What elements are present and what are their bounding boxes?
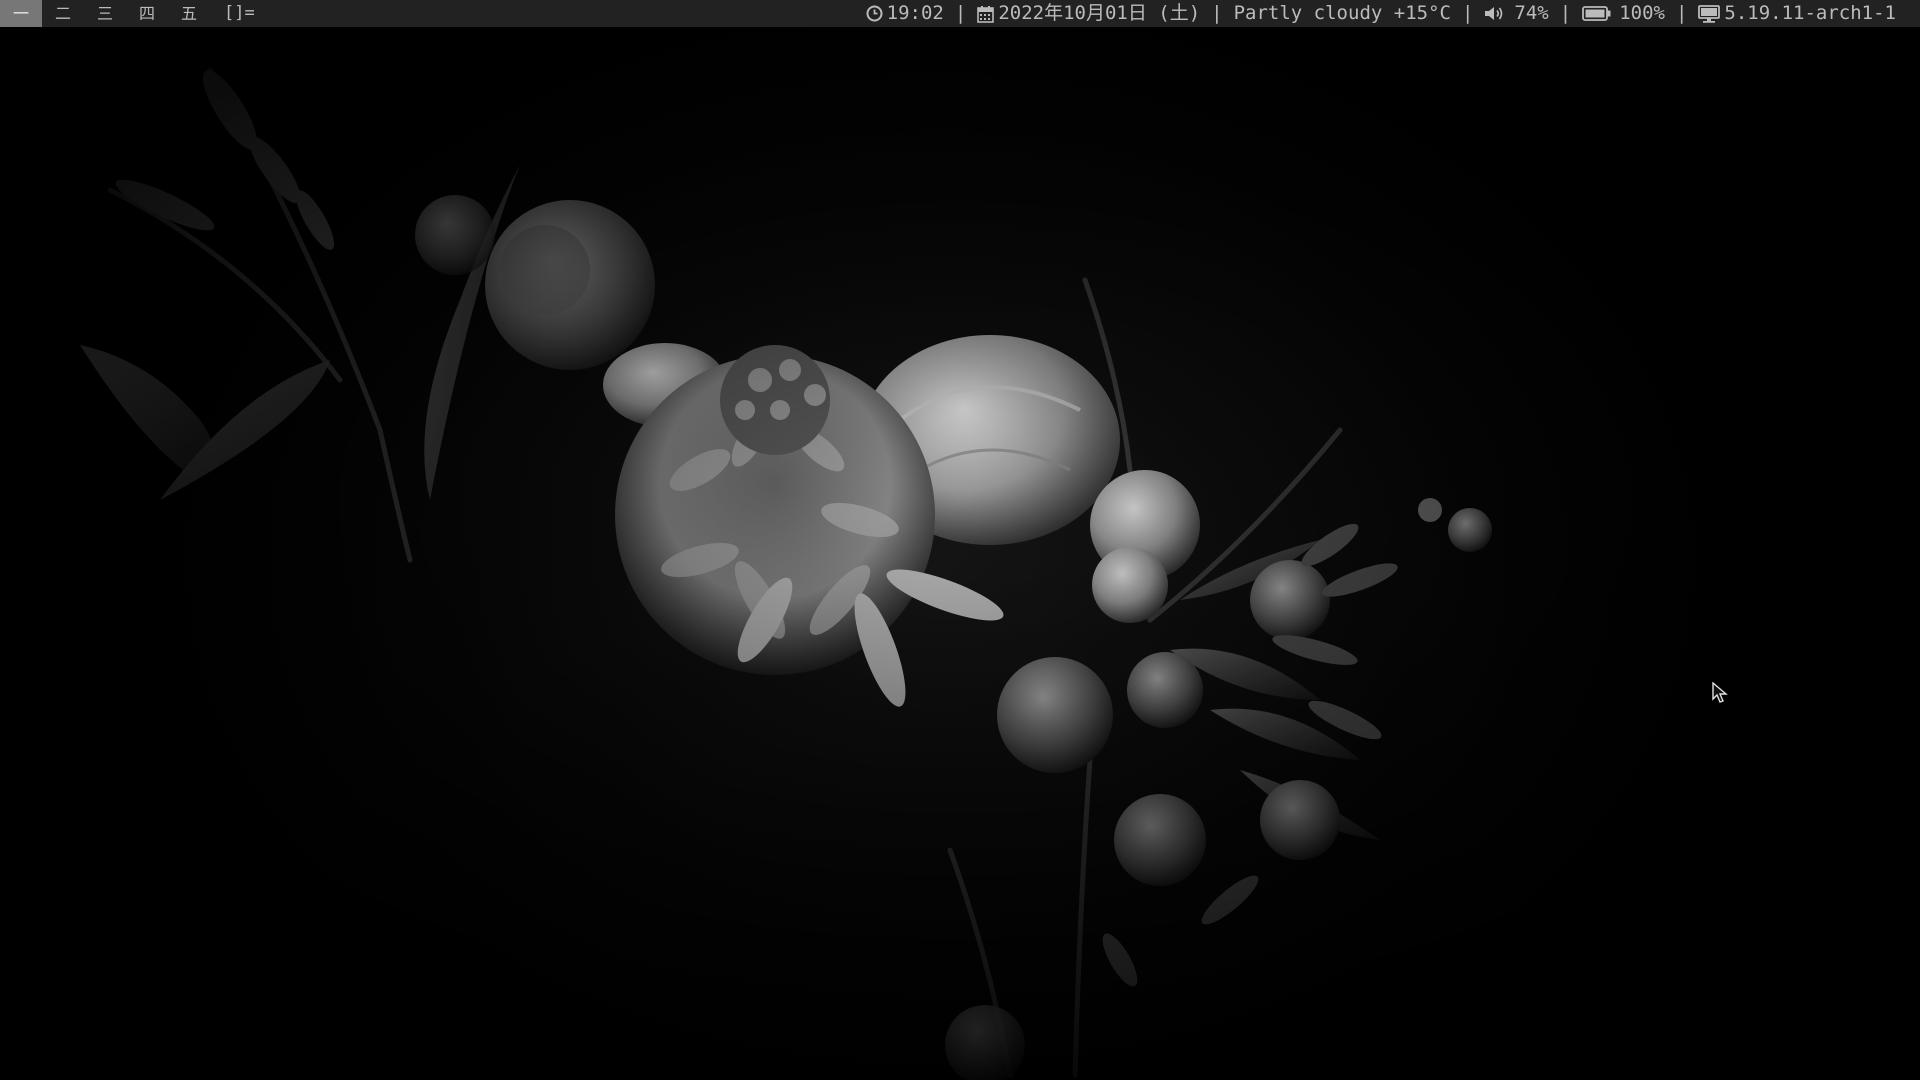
tag-3[interactable]: 三 (84, 0, 126, 27)
time-segment: 19:02 (866, 0, 944, 27)
monitor-icon (1698, 4, 1721, 23)
separator: | (1211, 2, 1223, 24)
separator: | (1461, 2, 1474, 24)
separator: | (1559, 2, 1572, 24)
desktop: 一 二 三 四 五 []= 19:02 | 2022年10月01日 (土) | … (0, 0, 1920, 1080)
tag-1[interactable]: 一 (0, 0, 42, 27)
time-text: 19:02 (886, 2, 944, 24)
battery-icon (1582, 6, 1611, 21)
date-segment: 2022年10月01日 (土) (977, 0, 1200, 27)
tag-5[interactable]: 五 (168, 0, 210, 27)
tag-4[interactable]: 四 (126, 0, 168, 27)
battery-segment: 100% (1582, 0, 1665, 27)
kernel-text: 5.19.11-arch1-1 (1724, 2, 1896, 24)
separator: | (954, 2, 967, 24)
separator: | (1675, 2, 1688, 24)
date-text: 2022年10月01日 (土) (998, 2, 1201, 24)
workspace-tags: 一 二 三 四 五 (0, 0, 210, 27)
weather-segment: Partly cloudy +15°C (1234, 0, 1451, 27)
mouse-cursor-icon (1712, 682, 1728, 703)
calendar-icon (977, 5, 995, 23)
wallpaper-bouquet (0, 27, 1920, 1080)
status-bar: 一 二 三 四 五 []= 19:02 | 2022年10月01日 (土) | … (0, 0, 1920, 27)
speaker-icon (1484, 5, 1504, 22)
tag-2[interactable]: 二 (42, 0, 84, 27)
layout-indicator[interactable]: []= (210, 0, 255, 27)
kernel-segment: 5.19.11-arch1-1 (1698, 0, 1896, 27)
volume-text: 74% (1514, 2, 1549, 24)
clock-icon (866, 5, 883, 22)
volume-segment[interactable]: 74% (1484, 0, 1549, 27)
battery-text: 100% (1619, 2, 1665, 24)
weather-text: Partly cloudy +15°C (1233, 2, 1451, 24)
status-text: 19:02 | 2022年10月01日 (土) | Partly cloudy … (866, 0, 1920, 27)
